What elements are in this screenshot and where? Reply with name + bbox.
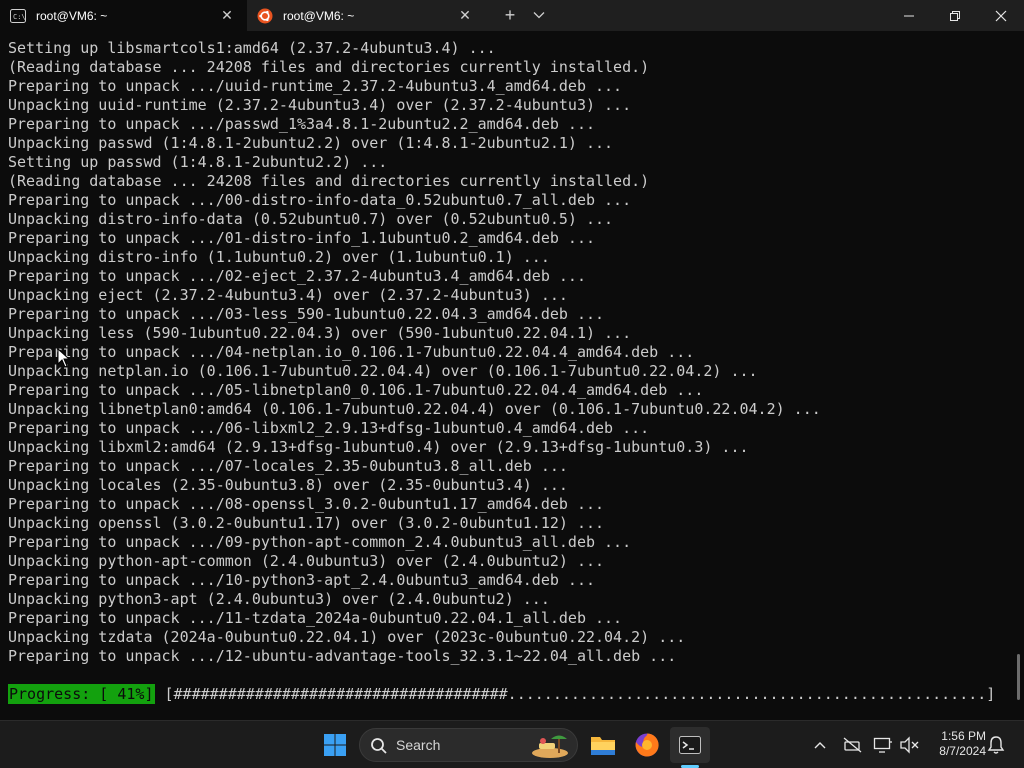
- title-bar: C:\ root@VM6: ~ ✕ root@VM6: ~ ✕ +: [0, 0, 1024, 31]
- terminal-line: Unpacking openssl (3.0.2-0ubuntu1.17) ov…: [8, 514, 605, 532]
- terminal-line: Unpacking eject (2.37.2-4ubuntu3.4) over…: [8, 286, 568, 304]
- terminal-line: Unpacking libxml2:amd64 (2.9.13+dfsg-1ub…: [8, 438, 749, 456]
- minimize-icon[interactable]: [886, 0, 932, 31]
- firefox-icon[interactable]: [632, 727, 662, 763]
- progress-label: Progress: [ 41%]: [8, 684, 155, 704]
- terminal-line: Preparing to unpack .../uuid-runtime_2.3…: [8, 77, 623, 95]
- terminal-lines: Setting up libsmartcols1:amd64 (2.37.2-4…: [8, 39, 821, 666]
- new-tab-button[interactable]: +: [500, 5, 520, 25]
- progress-bar: [#####################################..…: [164, 685, 996, 703]
- clock-time: 1:56 PM: [941, 729, 986, 743]
- terminal-line: Preparing to unpack .../11-tzdata_2024a-…: [8, 609, 623, 627]
- mouse-cursor-icon: [57, 348, 71, 368]
- terminal-line: (Reading database ... 24208 files and di…: [8, 58, 650, 76]
- terminal-line: Preparing to unpack .../00-distro-info-d…: [8, 191, 632, 209]
- bell-icon[interactable]: [986, 735, 1006, 755]
- search-highlight-icon: [532, 735, 568, 758]
- search-placeholder: Search: [396, 737, 441, 753]
- scrollbar-thumb[interactable]: [1017, 654, 1020, 700]
- terminal-line: Unpacking tzdata (2024a-0ubuntu0.22.04.1…: [8, 628, 686, 646]
- terminal-icon: C:\: [10, 8, 26, 24]
- search-icon: [371, 738, 387, 754]
- taskbar-search[interactable]: Search: [359, 728, 578, 762]
- terminal-line: Preparing to unpack .../12-ubuntu-advant…: [8, 647, 677, 665]
- display-icon[interactable]: [872, 733, 894, 757]
- terminal-line: Unpacking python-apt-common (2.4.0ubuntu…: [8, 552, 605, 570]
- terminal-line: Preparing to unpack .../02-eject_2.37.2-…: [8, 267, 586, 285]
- terminal-line: (Reading database ... 24208 files and di…: [8, 172, 650, 190]
- terminal-output[interactable]: Setting up libsmartcols1:amd64 (2.37.2-4…: [0, 31, 1024, 720]
- terminal-line: Preparing to unpack .../08-openssl_3.0.2…: [8, 495, 605, 513]
- tab-root-vm6-active[interactable]: C:\ root@VM6: ~ ✕: [0, 0, 247, 31]
- clock-date: 8/7/2024: [939, 744, 986, 758]
- terminal-line: Preparing to unpack .../06-libxml2_2.9.1…: [8, 419, 650, 437]
- chevron-up-icon[interactable]: [810, 733, 830, 757]
- terminal-line: Unpacking locales (2.35-0ubuntu3.8) over…: [8, 476, 568, 494]
- terminal-line: Preparing to unpack .../03-less_590-1ubu…: [8, 305, 605, 323]
- close-tab-icon[interactable]: ✕: [219, 7, 235, 23]
- terminal-line: Preparing to unpack .../05-libnetplan0_0…: [8, 381, 704, 399]
- system-clock[interactable]: 1:56 PM 8/7/2024: [926, 729, 986, 759]
- terminal-line: Unpacking python3-apt (2.4.0ubuntu3) ove…: [8, 590, 550, 608]
- terminal-line: Preparing to unpack .../04-netplan.io_0.…: [8, 343, 695, 361]
- maximize-icon[interactable]: [932, 0, 978, 31]
- terminal-line: Unpacking passwd (1:4.8.1-2ubuntu2.2) ov…: [8, 134, 614, 152]
- windows-start-icon[interactable]: [318, 727, 352, 763]
- ubuntu-icon: [257, 8, 273, 24]
- file-explorer-icon[interactable]: [588, 727, 618, 763]
- tab-title: root@VM6: ~: [283, 8, 355, 23]
- network-off-icon[interactable]: [842, 733, 864, 757]
- volume-muted-icon[interactable]: [898, 733, 920, 757]
- terminal-line: Setting up libsmartcols1:amd64 (2.37.2-4…: [8, 39, 496, 57]
- terminal-line: Preparing to unpack .../10-python3-apt_2…: [8, 571, 595, 589]
- taskbar: Search 1:56 PM 8/7/2024: [0, 720, 1024, 768]
- svg-text:C:\: C:\: [13, 13, 26, 21]
- close-icon[interactable]: [978, 0, 1024, 31]
- terminal-app-icon[interactable]: [670, 727, 710, 763]
- terminal-line: Unpacking libnetplan0:amd64 (0.106.1-7ub…: [8, 400, 821, 418]
- close-tab-icon[interactable]: ✕: [457, 7, 473, 23]
- terminal-line: Preparing to unpack .../09-python-apt-co…: [8, 533, 632, 551]
- terminal-line: Unpacking distro-info-data (0.52ubuntu0.…: [8, 210, 614, 228]
- terminal-line: Preparing to unpack .../07-locales_2.35-…: [8, 457, 568, 475]
- tab-title: root@VM6: ~: [36, 8, 108, 23]
- terminal-line: Unpacking distro-info (1.1ubuntu0.2) ove…: [8, 248, 550, 266]
- terminal-line: Setting up passwd (1:4.8.1-2ubuntu2.2) .…: [8, 153, 388, 171]
- terminal-line: Preparing to unpack .../passwd_1%3a4.8.1…: [8, 115, 595, 133]
- terminal-line: Preparing to unpack .../01-distro-info_1…: [8, 229, 595, 247]
- chevron-down-icon[interactable]: [530, 6, 548, 24]
- terminal-line: Unpacking uuid-runtime (2.37.2-4ubuntu3.…: [8, 96, 632, 114]
- terminal-line: Unpacking less (590-1ubuntu0.22.04.3) ov…: [8, 324, 632, 342]
- apt-progress: Progress: [ 41%] [######################…: [8, 684, 995, 704]
- terminal-line: Unpacking netplan.io (0.106.1-7ubuntu0.2…: [8, 362, 758, 380]
- tab-root-vm6[interactable]: root@VM6: ~ ✕: [247, 0, 485, 31]
